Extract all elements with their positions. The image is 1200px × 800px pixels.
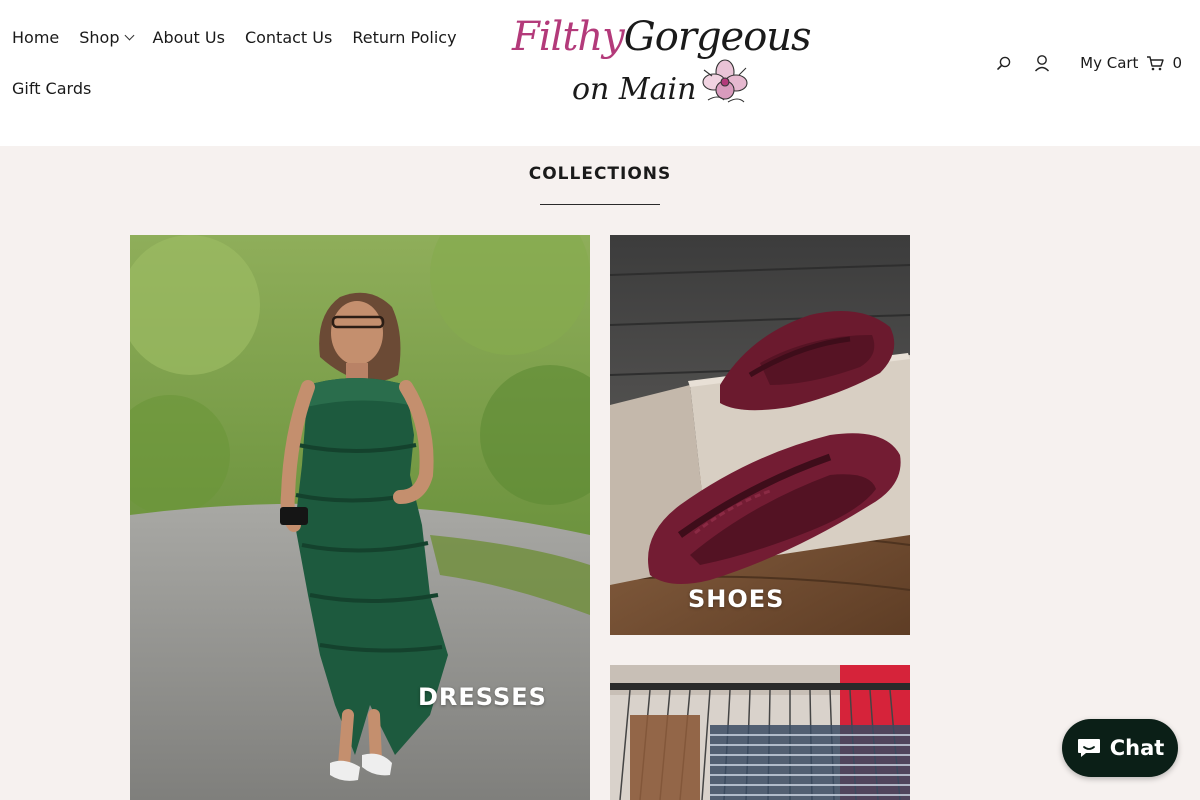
nav-link-about-us[interactable]: About Us [153,28,225,47]
collection-tile-clothing-rack[interactable] [610,665,910,800]
nav-row-primary: Home Shop About Us Contact Us Return Pol… [12,22,472,52]
header-actions: My Cart 0 [992,50,1182,76]
nav-link-gift-cards[interactable]: Gift Cards [12,79,91,98]
nav-link-label: Home [12,27,60,47]
collections-title: COLLECTIONS [528,164,672,184]
main-navigation: Home Shop About Us Contact Us Return Pol… [12,22,472,103]
search-icon[interactable] [992,51,1016,75]
logo-tagline: on Main [572,72,697,107]
chat-label: Chat [1109,736,1165,760]
nav-link-label: Gift Cards [12,78,92,98]
store-logo[interactable]: FilthyGorgeous on Main [512,10,812,114]
nav-row-secondary: Gift Cards [12,73,472,103]
clothing-rack-collection-image [610,665,910,800]
shoes-collection-image [610,235,910,635]
collection-tile-dresses[interactable]: DRESSES [130,235,590,800]
site-header: Home Shop About Us Contact Us Return Pol… [0,0,1200,146]
collection-tile-shoes[interactable]: SHOES [610,235,910,635]
collection-label-dresses: DRESSES [418,683,547,711]
cart-count: 0 [1172,54,1182,72]
shopping-cart-icon [1147,56,1165,71]
cart-button[interactable]: My Cart 0 [1080,54,1182,72]
logo-word-filthy: Filthy [512,14,625,60]
chat-bubble-icon [1076,736,1102,760]
nav-link-label: About Us [152,27,225,47]
chat-button[interactable]: Chat [1062,719,1178,777]
nav-link-home[interactable]: Home [12,28,59,47]
user-icon[interactable] [1030,51,1054,75]
nav-link-shop[interactable]: Shop [79,27,134,47]
chevron-down-icon [124,30,134,41]
nav-link-label: Return Policy [352,27,457,47]
flower-icon [702,59,748,103]
nav-link-label: Shop [79,27,120,47]
nav-link-contact-us[interactable]: Contact Us [245,28,332,47]
logo-wordmark: FilthyGorgeous [512,14,812,60]
title-divider [540,204,660,205]
cart-label: My Cart [1080,54,1139,72]
nav-link-return-policy[interactable]: Return Policy [352,28,456,47]
nav-link-label: Contact Us [244,27,333,47]
collection-label-shoes: SHOES [688,585,785,613]
dresses-collection-image [130,235,590,800]
